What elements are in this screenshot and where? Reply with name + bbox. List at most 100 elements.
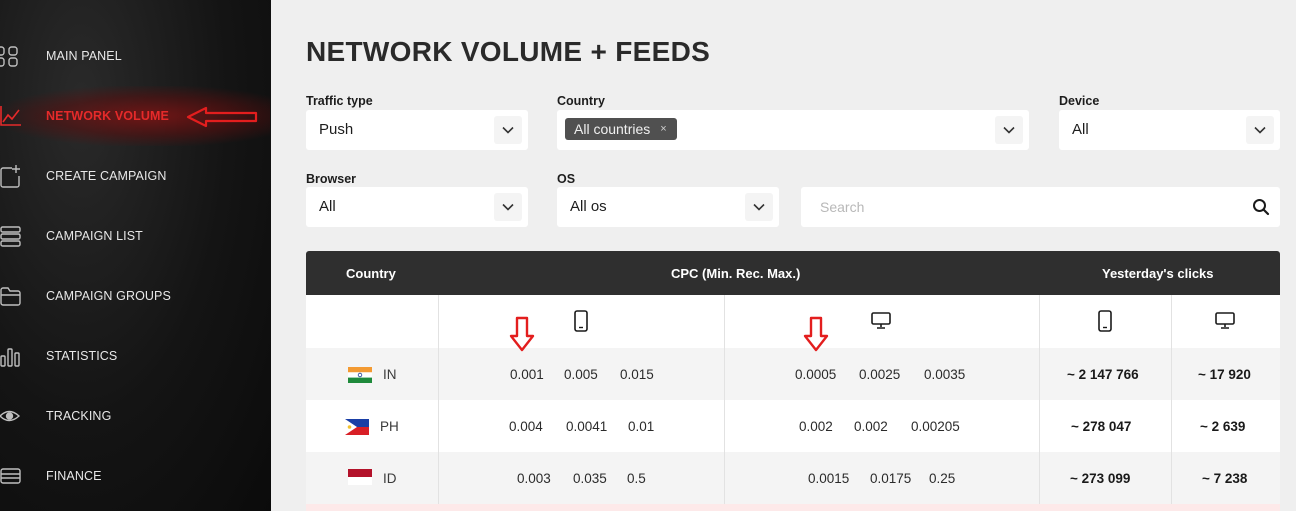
mobile-cpc-min: 0.001: [510, 367, 544, 382]
device-select[interactable]: All: [1059, 110, 1280, 150]
chevron-down-icon[interactable]: [494, 193, 522, 221]
country-code: IN: [383, 367, 397, 382]
desktop-cpc-min: 0.0015: [808, 471, 850, 486]
annotation-arrow-down-icon: [803, 316, 829, 352]
desktop-cpc-min: 0.0005: [795, 367, 837, 382]
column-divider: [438, 295, 439, 511]
desktop-cpc-min: 0.002: [799, 419, 833, 434]
os-select[interactable]: All os: [557, 187, 779, 227]
country-select[interactable]: All countries ×: [557, 110, 1029, 150]
desktop-cpc-max: 0.00205: [911, 419, 960, 434]
sidebar-item-main-panel[interactable]: MAIN PANEL: [0, 36, 271, 76]
header-country: Country: [346, 266, 396, 281]
desktop-cpc-max: 0.0035: [924, 367, 966, 382]
sidebar-item-create-campaign[interactable]: CREATE CAMPAIGN: [0, 156, 271, 196]
mobile-cpc-max: 0.015: [620, 367, 654, 382]
sidebar-item-statistics[interactable]: STATISTICS: [0, 336, 271, 376]
chevron-down-icon[interactable]: [995, 116, 1023, 144]
card-icon: [0, 464, 22, 488]
sidebar-item-label: TRACKING: [46, 409, 112, 423]
folder-icon: [0, 284, 22, 308]
search-icon[interactable]: [1252, 198, 1270, 216]
flag-philippines-icon: [345, 419, 369, 435]
traffic-type-label: Traffic type: [306, 94, 373, 108]
country-label: Country: [557, 94, 605, 108]
annotation-arrow-down-icon: [509, 316, 535, 352]
mobile-cpc-rec: 0.005: [564, 367, 598, 382]
browser-label: Browser: [306, 172, 357, 186]
device-value: All: [1072, 121, 1089, 138]
sidebar-item-label: CAMPAIGN LIST: [46, 229, 143, 243]
search-input[interactable]: [820, 197, 1240, 217]
country-code: PH: [380, 419, 399, 434]
table-row[interactable]: ID 0.003 0.035 0.5 0.0015 0.0175 0.25 ~ …: [306, 452, 1280, 504]
mobile-clicks: ~ 2 147 766: [1067, 367, 1139, 382]
grid-icon: [0, 44, 22, 68]
table-header: Country CPC (Min. Rec. Max.) Yesterday's…: [306, 251, 1280, 295]
desktop-cpc-max: 0.25: [929, 471, 956, 486]
desktop-cpc-rec: 0.0025: [859, 367, 901, 382]
mobile-cpc-min: 0.004: [509, 419, 543, 434]
os-value: All os: [570, 198, 607, 215]
chevron-down-icon[interactable]: [1246, 116, 1274, 144]
device-label: Device: [1059, 94, 1100, 108]
sidebar: MAIN PANEL NETWORK VOLUME CREATE CAMPAIG…: [0, 0, 271, 511]
desktop-clicks: ~ 17 920: [1198, 367, 1251, 382]
chevron-down-icon[interactable]: [494, 116, 522, 144]
sidebar-item-label: FINANCE: [46, 469, 102, 483]
device-subheader-row: [306, 295, 1280, 348]
desktop-icon: [871, 312, 891, 329]
sidebar-item-campaign-list[interactable]: CAMPAIGN LIST: [0, 216, 271, 256]
mobile-clicks: ~ 273 099: [1070, 471, 1131, 486]
tag-remove-icon[interactable]: ×: [660, 123, 666, 135]
flag-india-icon: [348, 367, 372, 383]
network-volume-table: Country CPC (Min. Rec. Max.) Yesterday's…: [306, 251, 1280, 511]
eye-icon: [0, 404, 22, 428]
mobile-cpc-max: 0.01: [628, 419, 655, 434]
mobile-cpc-min: 0.003: [517, 471, 551, 486]
sidebar-item-label: CREATE CAMPAIGN: [46, 169, 167, 183]
browser-select[interactable]: All: [306, 187, 528, 227]
os-label: OS: [557, 172, 576, 186]
desktop-icon: [1215, 312, 1235, 329]
header-cpc: CPC (Min. Rec. Max.): [671, 266, 801, 281]
desktop-cpc-rec: 0.0175: [870, 471, 912, 486]
sidebar-item-label: CAMPAIGN GROUPS: [46, 289, 171, 303]
table-row[interactable]: IN 0.001 0.005 0.015 0.0005 0.0025 0.003…: [306, 348, 1280, 400]
traffic-type-value: Push: [319, 121, 354, 138]
country-tag: All countries ×: [565, 118, 677, 140]
desktop-clicks: ~ 7 238: [1202, 471, 1248, 486]
desktop-cpc-rec: 0.002: [854, 419, 888, 434]
page-title: NETWORK VOLUME + FEEDS: [306, 36, 711, 67]
column-divider: [1039, 295, 1040, 511]
country-tag-label: All countries: [574, 121, 651, 137]
mobile-clicks: ~ 278 047: [1071, 419, 1132, 434]
mobile-cpc-rec: 0.035: [573, 471, 607, 486]
browser-value: All: [319, 198, 336, 215]
sidebar-item-tracking[interactable]: TRACKING: [0, 396, 271, 436]
sidebar-item-finance[interactable]: FINANCE: [0, 456, 271, 496]
column-divider: [724, 295, 725, 511]
table-row[interactable]: PH 0.004 0.0041 0.01 0.002 0.002 0.00205…: [306, 400, 1280, 452]
desktop-clicks: ~ 2 639: [1200, 419, 1246, 434]
flag-indonesia-icon: [348, 469, 372, 485]
mobile-icon: [574, 310, 588, 332]
mobile-cpc-rec: 0.0041: [566, 419, 608, 434]
traffic-type-select[interactable]: Push: [306, 110, 528, 150]
column-divider: [1171, 295, 1172, 511]
chevron-down-icon[interactable]: [745, 193, 773, 221]
add-square-icon: [0, 164, 22, 188]
annotation-arrow-left-icon: [186, 106, 258, 128]
header-yesterdays-clicks: Yesterday's clicks: [1102, 266, 1214, 281]
mobile-icon: [1098, 310, 1112, 332]
chart-line-icon: [0, 104, 22, 128]
sidebar-item-label: MAIN PANEL: [46, 49, 122, 63]
search-box: [801, 187, 1280, 227]
sidebar-item-campaign-groups[interactable]: CAMPAIGN GROUPS: [0, 276, 271, 316]
table-row-partial: [306, 504, 1280, 511]
country-code: ID: [383, 471, 397, 486]
bar-chart-icon: [0, 344, 22, 368]
list-icon: [0, 224, 22, 248]
sidebar-item-label: STATISTICS: [46, 349, 118, 363]
sidebar-item-label: NETWORK VOLUME: [46, 109, 169, 123]
